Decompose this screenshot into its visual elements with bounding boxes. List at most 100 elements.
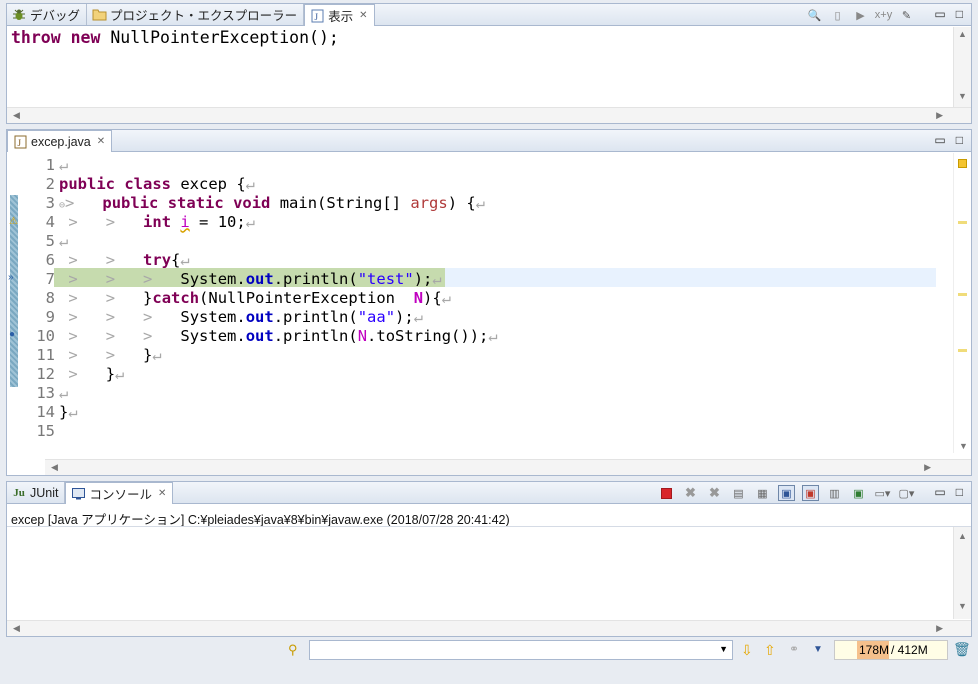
remove-all-terminated-icon[interactable]: ✖ [706, 485, 723, 501]
maximize-icon[interactable]: □ [956, 133, 963, 147]
whitespace-marker: > [105, 212, 116, 231]
code-token: out [245, 326, 274, 345]
display-selected-console-icon[interactable]: ▣ [850, 485, 867, 501]
whitespace-marker: > [105, 250, 116, 269]
scroll-right-icon[interactable]: ▶ [924, 462, 931, 473]
minimize-icon[interactable]: ▭ [934, 7, 945, 21]
find-input[interactable]: ▼ [309, 640, 733, 660]
whitespace-marker: > [68, 212, 78, 231]
console-horizontal-scrollbar[interactable]: ◀ ▶ [7, 620, 971, 636]
code-token: (NullPointerException [199, 288, 414, 307]
line-number: 14 [36, 402, 55, 421]
link-icon[interactable]: ⚭ [789, 642, 799, 656]
maximize-icon[interactable]: □ [956, 7, 963, 21]
clear-icon[interactable]: ✎ [898, 7, 915, 23]
code-token: public [102, 193, 159, 212]
tab-display[interactable]: J 表示 ✕ [304, 4, 375, 26]
terminate-icon[interactable] [658, 485, 675, 501]
dropdown-icon[interactable]: ▼ [719, 644, 728, 654]
clear-console-icon[interactable]: ▤ [730, 485, 747, 501]
code-token: System. [180, 269, 246, 288]
newline-marker: ↵ [413, 307, 424, 326]
code-token: excep { [171, 174, 246, 193]
open-console-icon[interactable]: ▭▾ [874, 485, 891, 501]
arrow-up-icon[interactable]: ⇧ [764, 642, 776, 659]
scroll-left-icon[interactable]: ◀ [13, 623, 20, 634]
heap-status[interactable]: 178M / 412M [834, 640, 948, 660]
newline-marker: ↵ [59, 155, 69, 174]
line-number: 4 [45, 212, 55, 231]
scroll-right-icon[interactable]: ▶ [936, 623, 943, 634]
pin-console-icon[interactable]: ▥ [826, 485, 843, 501]
close-icon[interactable]: ✕ [158, 488, 166, 499]
triangle-down-icon[interactable]: ▼ [813, 644, 823, 655]
tab-junit[interactable]: Ju JUnit [7, 482, 66, 503]
code-line: 1 ↵ [21, 155, 941, 174]
editor-tab-label: excep.java [31, 134, 91, 149]
scroll-left-icon[interactable]: ◀ [51, 462, 58, 473]
newline-marker: ↵ [441, 288, 452, 307]
display-result-icon[interactable]: ▯ [829, 7, 846, 23]
console-toolbar: ✖ ✖ ▤ ▦ ▣ ▣ ▥ ▣ ▭▾ ▢▾ [658, 485, 915, 501]
overview-ruler: ▼ [953, 153, 971, 453]
code-line: 4 > > int i = 10;↵ [21, 212, 941, 231]
svg-text:J: J [314, 12, 318, 22]
console-output-area[interactable] [7, 527, 953, 619]
tab-debug[interactable]: デバッグ [7, 4, 88, 25]
scroll-left-icon[interactable]: ◀ [13, 110, 20, 121]
newline-marker: ↵ [115, 364, 125, 383]
execute-icon[interactable]: ▶ [852, 7, 869, 23]
new-console-icon[interactable]: ▢▾ [898, 485, 915, 501]
code-area[interactable]: 1 ↵ 2 public class excep {↵ 3 ⊖> public sta… [21, 155, 941, 455]
whitespace-marker: > [68, 250, 78, 269]
tab-console[interactable]: コンソール ✕ [65, 482, 174, 504]
newline-marker: ↵ [180, 250, 190, 269]
code-token: System. [180, 326, 246, 345]
status-bar: ⚲ ▼ ⇩ ⇧ ⚭ ▼ 178M / 412M 🗑 [0, 640, 978, 662]
tab-excep-java[interactable]: J excep.java ✕ [7, 130, 113, 152]
search-icon: ⚲ [288, 642, 298, 657]
line-number: 6 [45, 250, 55, 269]
tab-project-explorer-label: プロジェクト・エクスプローラー [110, 9, 298, 23]
whitespace-marker: > [65, 193, 75, 212]
close-icon[interactable]: ✕ [359, 10, 367, 21]
scroll-lock-icon[interactable]: ▦ [754, 485, 771, 501]
whitespace-marker: > [143, 269, 153, 288]
scroll-down-icon[interactable]: ▼ [959, 441, 968, 451]
tab-console-label: コンソール [89, 488, 152, 502]
warning-icon: ⚠ [9, 216, 18, 227]
expr-rest: NullPointerException(); [110, 28, 339, 47]
show-on-stderr-icon[interactable]: ▣ [802, 485, 819, 501]
remove-launch-icon[interactable]: ✖ [682, 485, 699, 501]
minimize-icon[interactable]: ▭ [934, 485, 945, 499]
close-icon[interactable]: ✕ [97, 136, 105, 147]
editor-horizontal-scrollbar[interactable]: ◀ ▶ [45, 459, 971, 475]
folder-icon [91, 7, 107, 23]
expression-text-area[interactable]: throw new NullPointerException(); [11, 28, 951, 88]
code-line: 2 public class excep {↵ [21, 174, 941, 193]
code-line: 8 > > }catch(NullPointerException N){↵ [21, 288, 941, 307]
code-line: 9 > > > System.out.println("aa");↵ [21, 307, 941, 326]
content-assist-icon[interactable]: x+y [875, 7, 892, 23]
display-horizontal-scrollbar[interactable]: ◀ ▶ [7, 107, 971, 123]
line-number: 5 [45, 231, 55, 250]
minimize-icon[interactable]: ▭ [934, 133, 945, 147]
trash-icon[interactable]: 🗑 [953, 641, 971, 658]
code-line: 14}↵ [21, 402, 941, 421]
code-token: } [143, 345, 153, 364]
line-number: 1 [45, 155, 55, 174]
console-vertical-scrollbar[interactable]: ▲ ▼ [953, 527, 971, 619]
code-line: 13 ↵ [21, 383, 941, 402]
newline-marker: ↵ [245, 174, 256, 193]
code-line: 5 ↵ [21, 231, 941, 250]
tab-project-explorer[interactable]: プロジェクト・エクスプローラー [87, 4, 305, 25]
show-on-stdout-icon[interactable]: ▣ [778, 485, 795, 501]
breakpoint-icon: ● [9, 329, 16, 340]
display-vertical-scrollbar[interactable]: ▲ ▼ [953, 27, 971, 107]
arrow-down-icon[interactable]: ⇩ [741, 642, 753, 659]
scroll-right-icon[interactable]: ▶ [936, 110, 943, 121]
inspect-icon[interactable]: 🔍 [806, 7, 823, 23]
maximize-icon[interactable]: □ [956, 485, 963, 499]
occurrence-marker [958, 349, 967, 352]
whitespace-marker: > [143, 307, 153, 326]
